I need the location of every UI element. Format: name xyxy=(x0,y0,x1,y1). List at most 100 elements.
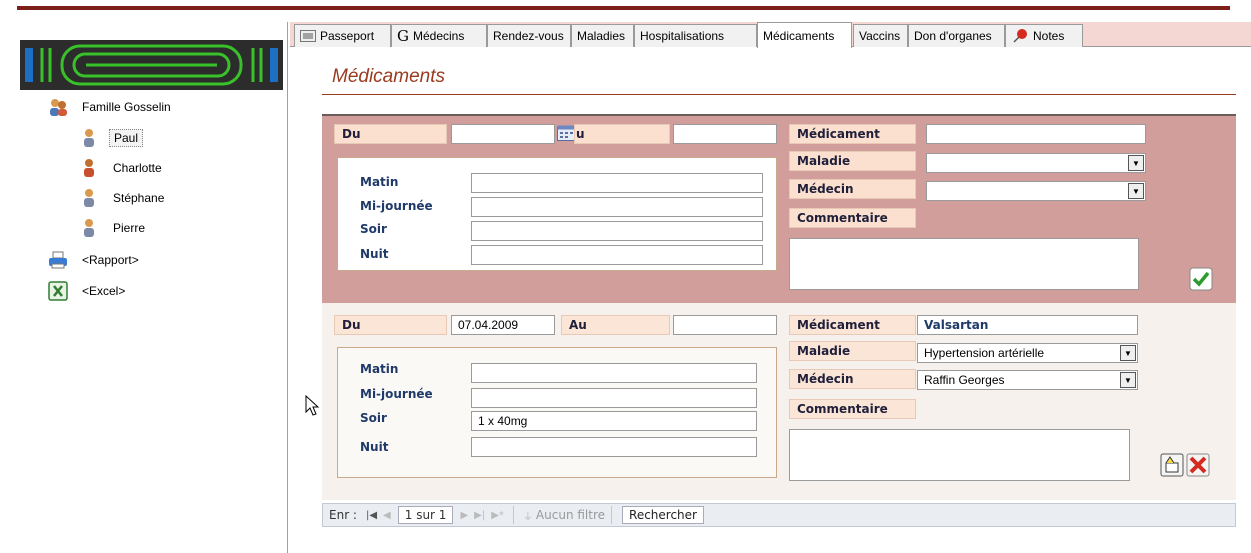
family-icon xyxy=(48,97,68,117)
prev-record-icon[interactable]: ◀ xyxy=(380,510,394,521)
checkmark-icon xyxy=(1189,267,1213,291)
tree-member-label: Pierre xyxy=(113,221,146,235)
mouse-pointer-icon xyxy=(305,394,321,420)
tab-strip: Passeport G Médecins Rendez-vous Maladie… xyxy=(290,22,1251,48)
mijournee-value[interactable] xyxy=(471,388,757,408)
medecin-label: Médecin xyxy=(789,369,916,389)
nav-separator xyxy=(611,506,613,524)
tab-medicaments[interactable]: Médicaments xyxy=(757,22,852,48)
edit-button[interactable] xyxy=(1160,453,1184,477)
tree-member-paul[interactable]: Paul xyxy=(79,127,144,149)
nuit-input[interactable] xyxy=(471,245,763,265)
medicament-value[interactable]: Valsartan xyxy=(917,315,1138,335)
tab-label: Vaccins xyxy=(859,29,901,43)
soir-value[interactable]: 1 x 40mg xyxy=(471,411,757,431)
record-position-input[interactable]: 1 sur 1 xyxy=(397,506,454,524)
tree-report[interactable]: <Rapport> xyxy=(48,249,143,271)
tab-hospitalisations[interactable]: Hospitalisations xyxy=(634,24,757,47)
matin-label: Matin xyxy=(360,175,399,189)
tree-family-label: Famille Gosselin xyxy=(82,100,171,114)
nuit-label: Nuit xyxy=(360,247,389,261)
next-record-icon[interactable]: ▶ xyxy=(457,510,471,521)
title-underline xyxy=(322,94,1236,95)
du-value[interactable]: 07.04.2009 xyxy=(451,315,555,335)
medecin-select[interactable]: Raffin Georges ▼ xyxy=(917,370,1138,390)
chevron-down-icon[interactable]: ▼ xyxy=(1120,372,1136,388)
calendar-icon[interactable] xyxy=(556,122,576,144)
tree-member-label: Stéphane xyxy=(113,191,165,205)
medicament-label: Médicament xyxy=(789,124,916,144)
dosage-box: Matin Mi-journée Soir 1 x 40mg Nuit xyxy=(337,347,777,478)
maladie-select[interactable]: ▼ xyxy=(926,153,1146,173)
au-input[interactable] xyxy=(673,124,777,144)
tab-notes[interactable]: Notes xyxy=(1005,24,1083,47)
record-navigator: Enr : |◀ ◀ 1 sur 1 ▶ ▶| ▶* ⏚ Aucun filtr… xyxy=(322,503,1236,527)
last-record-icon[interactable]: ▶| xyxy=(471,510,488,521)
tab-maladies[interactable]: Maladies xyxy=(571,24,634,47)
commentaire-input[interactable] xyxy=(789,238,1139,290)
sidebar-divider xyxy=(287,22,288,553)
excel-icon xyxy=(48,281,68,301)
tab-label: Passeport xyxy=(320,29,375,43)
nuit-value[interactable] xyxy=(471,437,757,457)
maladie-select[interactable]: Hypertension artérielle ▼ xyxy=(917,343,1138,363)
mijournee-input[interactable] xyxy=(471,197,763,217)
tree-member-charlotte[interactable]: Charlotte xyxy=(79,157,166,179)
matin-value[interactable] xyxy=(471,363,757,383)
new-entry-panel: Du u Matin Mi-journée Soir Nuit Médicame… xyxy=(322,114,1236,303)
tab-label: Hospitalisations xyxy=(640,29,725,43)
person-icon xyxy=(79,158,99,178)
filter-icon[interactable]: ⏚ xyxy=(520,508,536,523)
du-input[interactable] xyxy=(451,124,555,144)
au-label: u xyxy=(574,124,670,144)
medicament-input[interactable] xyxy=(926,124,1146,144)
tree-excel[interactable]: <Excel> xyxy=(48,280,129,302)
tab-label: Médecins xyxy=(412,29,465,43)
du-label: Du xyxy=(334,315,447,335)
tree-report-label: <Rapport> xyxy=(82,253,139,267)
page-title: Médicaments xyxy=(332,66,445,87)
nuit-label: Nuit xyxy=(360,440,389,454)
edit-icon xyxy=(1160,453,1184,477)
list-icon xyxy=(300,30,316,42)
app-logo xyxy=(20,40,283,90)
soir-label: Soir xyxy=(360,411,387,425)
printer-icon xyxy=(48,250,68,270)
search-input[interactable]: Rechercher xyxy=(622,506,704,524)
tab-rendez-vous[interactable]: Rendez-vous xyxy=(487,24,571,47)
tree-family[interactable]: Famille Gosselin xyxy=(48,96,175,118)
commentaire-value[interactable] xyxy=(789,429,1130,481)
tab-passeport[interactable]: Passeport xyxy=(294,24,391,47)
tab-don-organes[interactable]: Don d'organes xyxy=(908,24,1005,47)
nav-prefix: Enr : xyxy=(329,508,357,522)
tree-member-pierre[interactable]: Pierre xyxy=(79,217,149,239)
new-record-icon[interactable]: ▶* xyxy=(488,510,507,521)
person-icon xyxy=(79,218,99,238)
filter-status[interactable]: Aucun filtre xyxy=(536,508,605,522)
tab-label: Don d'organes xyxy=(914,29,992,43)
chevron-down-icon[interactable]: ▼ xyxy=(1120,345,1136,361)
commentaire-label: Commentaire xyxy=(789,208,916,228)
matin-input[interactable] xyxy=(471,173,763,193)
person-icon xyxy=(79,188,99,208)
first-record-icon[interactable]: |◀ xyxy=(363,510,380,521)
tab-vaccins[interactable]: Vaccins xyxy=(853,24,908,47)
tab-medecins[interactable]: G Médecins xyxy=(391,24,487,47)
tab-label: Notes xyxy=(1033,29,1065,43)
save-button[interactable] xyxy=(1188,266,1214,292)
commentaire-label: Commentaire xyxy=(789,399,916,419)
du-label: Du xyxy=(334,124,447,144)
nav-separator xyxy=(512,506,514,524)
chevron-down-icon[interactable]: ▼ xyxy=(1128,155,1144,171)
record-panel: Du 07.04.2009 Au Matin Mi-journée Soir 1… xyxy=(322,303,1236,500)
top-border xyxy=(17,6,1230,10)
au-value[interactable] xyxy=(673,315,777,335)
soir-input[interactable] xyxy=(471,221,763,241)
matin-label: Matin xyxy=(360,362,399,376)
medecin-select[interactable]: ▼ xyxy=(926,181,1146,201)
chevron-down-icon[interactable]: ▼ xyxy=(1128,183,1144,199)
mijournee-label: Mi-journée xyxy=(360,387,433,401)
medicament-label: Médicament xyxy=(789,315,916,335)
delete-button[interactable] xyxy=(1186,453,1210,477)
tree-member-stephane[interactable]: Stéphane xyxy=(79,187,168,209)
